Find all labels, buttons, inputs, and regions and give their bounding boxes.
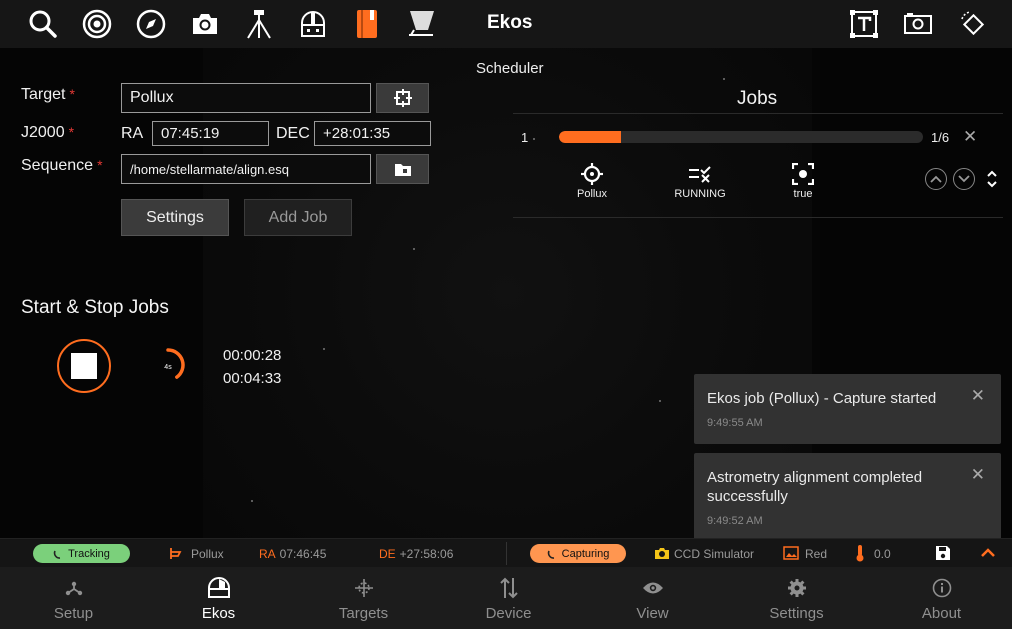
info-icon <box>932 578 951 598</box>
tripod-icon[interactable] <box>241 6 277 42</box>
chevron-down-icon <box>958 175 970 183</box>
compass-icon[interactable] <box>133 6 169 42</box>
text-tool-icon[interactable] <box>846 6 882 42</box>
divider <box>513 113 1003 114</box>
countdown-label: 4s <box>164 364 172 371</box>
job-index: 1 <box>521 130 529 145</box>
move-job-down-button[interactable] <box>953 168 975 190</box>
filter-name: Red <box>805 547 828 561</box>
target-input[interactable] <box>121 83 371 113</box>
mount-target: Pollux <box>191 547 224 561</box>
nav-ekos[interactable]: Ekos <box>146 567 291 629</box>
nav-about[interactable]: About <box>869 567 1012 629</box>
top-toolbar: Ekos <box>0 0 1012 48</box>
device-icon <box>499 577 518 599</box>
toast-message: Astrometry alignment completed successfu… <box>707 469 923 505</box>
checklist-icon <box>689 166 711 183</box>
focus-icon <box>792 163 814 185</box>
nav-device[interactable]: Device <box>436 567 581 629</box>
thermometer-icon <box>856 545 864 562</box>
move-job-up-button[interactable] <box>925 168 947 190</box>
search-icon[interactable] <box>25 6 61 42</box>
gear-icon <box>787 579 806 597</box>
dec-input[interactable] <box>314 121 431 146</box>
unfold-icon <box>987 170 997 188</box>
sequence-label: Sequence * <box>21 157 103 174</box>
close-toast-button[interactable]: ✕ <box>971 465 985 485</box>
bottom-navigation: Setup Ekos Targets Device View Settings … <box>0 567 1012 629</box>
elapsed-time: 00:00:28 <box>223 347 282 364</box>
status-bar: Tracking Pollux RA 07:46:45 DE +27:58:06 C… <box>0 538 1012 567</box>
spinner-icon <box>53 550 61 559</box>
toast-time: 9:49:55 AM <box>707 417 763 429</box>
job-count: 1/6 <box>931 130 950 145</box>
chevron-up-icon[interactable] <box>980 547 996 557</box>
app-title: Ekos <box>487 12 533 33</box>
spinner-icon <box>547 550 554 559</box>
job-flag-label: true <box>793 188 813 200</box>
close-toast-button[interactable]: ✕ <box>971 386 985 406</box>
mount-ra: RA 07:46:45 <box>259 547 327 561</box>
flat-panel-icon[interactable] <box>403 6 439 42</box>
crosshair-icon <box>581 163 603 185</box>
ra-label: RA <box>121 125 144 142</box>
expand-job-button[interactable] <box>986 168 998 195</box>
nav-setup[interactable]: Setup <box>1 567 146 629</box>
chevron-up-icon <box>930 175 942 183</box>
target-label: Target * <box>21 86 75 103</box>
temperature: 0.0 <box>874 547 891 561</box>
capture-status-badge[interactable]: Capturing <box>530 544 626 563</box>
save-icon[interactable] <box>935 545 951 561</box>
telescope-icon <box>170 548 182 559</box>
scheduler-label: Scheduler <box>476 60 544 77</box>
toast-time: 9:49:52 AM <box>707 515 763 527</box>
folder-icon <box>394 163 411 176</box>
start-stop-title: Start & Stop Jobs <box>21 297 169 318</box>
job-progress-fill <box>559 131 621 143</box>
ra-input[interactable] <box>152 121 269 146</box>
mount-de: DE +27:58:06 <box>379 547 454 561</box>
camera-name: CCD Simulator <box>674 547 755 561</box>
notebook-icon[interactable] <box>349 6 385 42</box>
nav-settings[interactable]: Settings <box>724 567 869 629</box>
camera-icon[interactable] <box>187 6 223 42</box>
required-marker: * <box>69 86 75 102</box>
settings-button[interactable]: Settings <box>121 199 229 236</box>
remaining-time: 00:04:33 <box>223 370 282 387</box>
job-flag: true <box>763 160 843 200</box>
toast-capture-started: Ekos job (Pollux) - Capture started 9:49… <box>694 374 1001 444</box>
dec-label: DEC <box>276 125 310 142</box>
rotate-icon[interactable] <box>955 6 991 42</box>
nav-targets[interactable]: Targets <box>291 567 436 629</box>
j2000-label: J2000 * <box>21 124 75 141</box>
frame-icon[interactable] <box>900 6 936 42</box>
jobs-title: Jobs <box>737 88 778 109</box>
toast-alignment-completed: Astrometry alignment completed successfu… <box>694 453 1001 541</box>
eye-icon <box>642 582 663 594</box>
ekos-dome-icon <box>207 577 230 598</box>
nav-view[interactable]: View <box>580 567 725 629</box>
crosshair-icon <box>393 89 412 107</box>
job-target-label: Pollux <box>577 188 607 200</box>
filter-icon <box>783 546 799 560</box>
remove-job-button[interactable]: ✕ <box>963 127 977 147</box>
mount-status-badge[interactable]: Tracking <box>33 544 130 563</box>
stop-button[interactable] <box>57 339 111 393</box>
sequence-input[interactable] <box>121 154 371 184</box>
job-target: Pollux <box>552 160 632 200</box>
stop-icon <box>71 353 97 379</box>
target-icon[interactable] <box>79 6 115 42</box>
job-status-label: RUNNING <box>674 188 726 200</box>
countdown-ring: 4s <box>164 348 185 379</box>
targets-icon <box>354 579 373 597</box>
job-status: RUNNING <box>660 160 740 200</box>
setup-icon <box>65 581 82 596</box>
camera-icon <box>655 548 669 559</box>
add-job-button[interactable]: Add Job <box>244 199 352 236</box>
find-target-button[interactable] <box>376 83 429 113</box>
browse-sequence-button[interactable] <box>376 154 429 184</box>
observatory-icon[interactable] <box>295 6 331 42</box>
job-progress-bar <box>559 131 923 143</box>
toast-message: Ekos job (Pollux) - Capture started <box>707 390 937 407</box>
